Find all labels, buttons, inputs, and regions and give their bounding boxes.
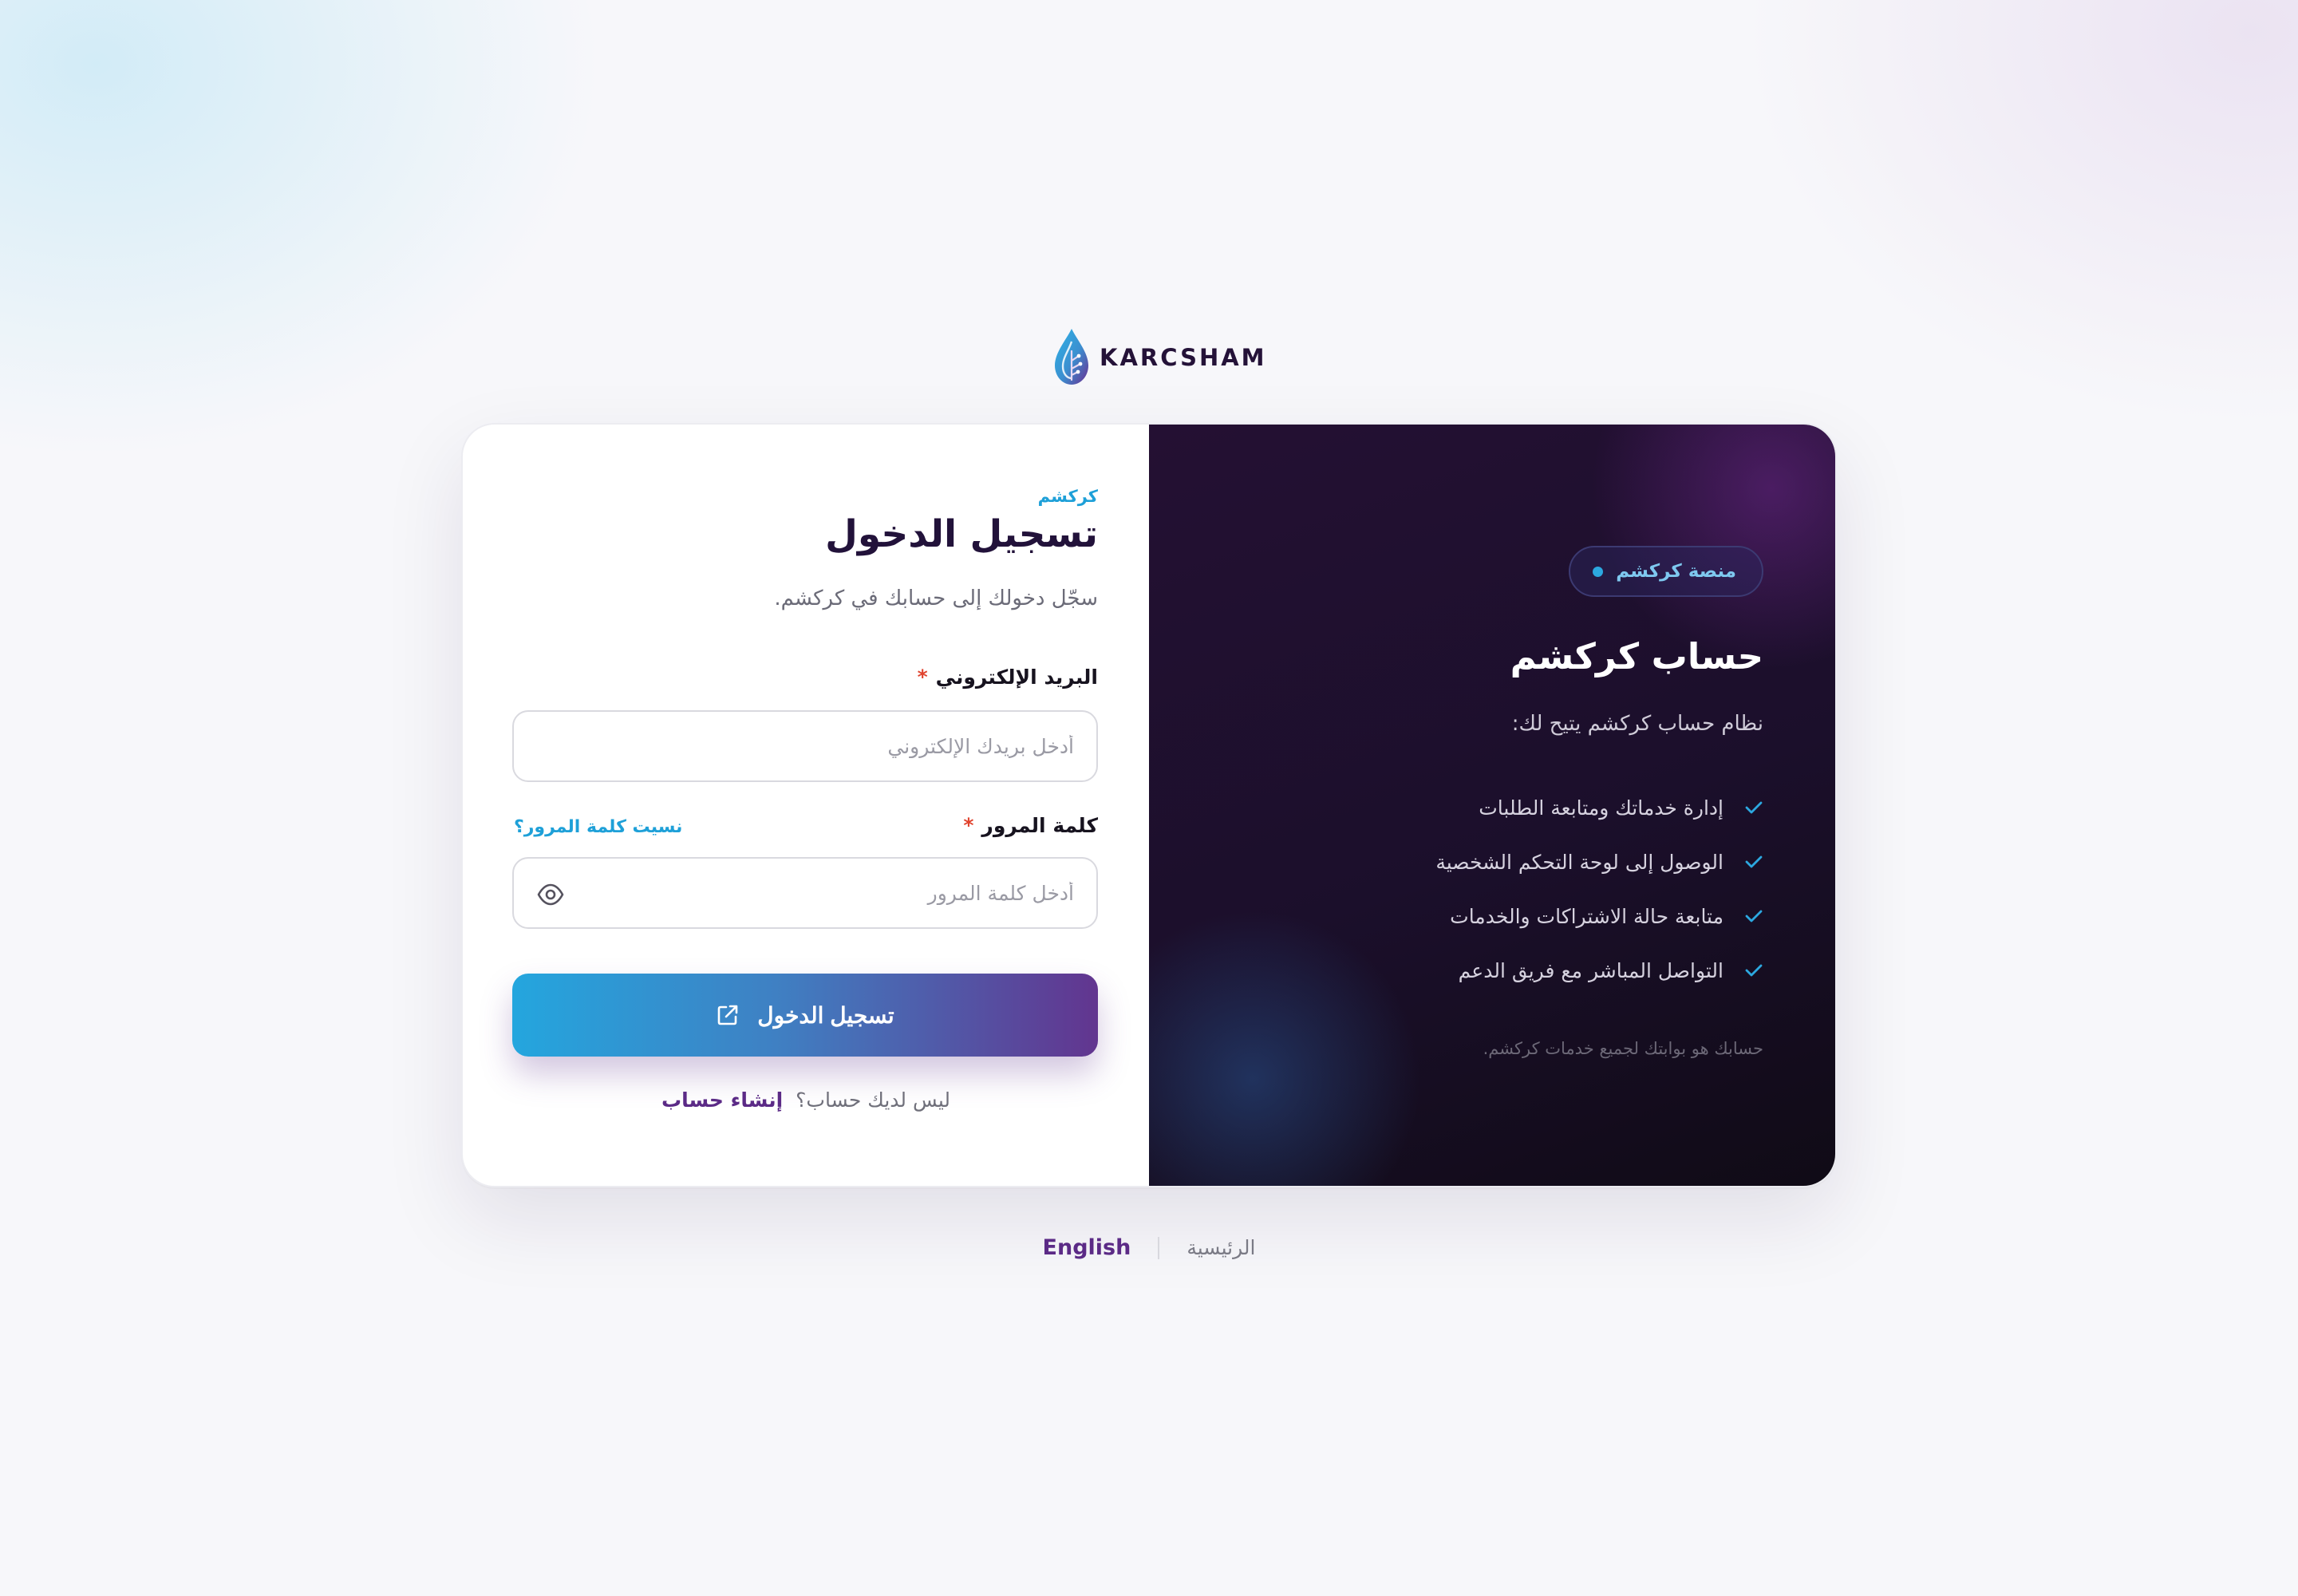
list-item: متابعة حالة الاشتراكات والخدمات bbox=[1435, 889, 1763, 943]
home-link[interactable]: الرئيسية bbox=[1187, 1236, 1255, 1259]
eyebrow-label: كركشم bbox=[1037, 487, 1098, 506]
login-card: كركشم تسجيل الدخول سجّل دخولك إلى حسابك … bbox=[461, 423, 1837, 1187]
email-label-text: البريد الإلكتروني bbox=[935, 666, 1098, 689]
brand-name: KARCSHAM bbox=[1100, 344, 1267, 371]
signup-prompt: ليس لديك حساب؟ إنشاء حساب bbox=[463, 1088, 1149, 1112]
feature-text: التواصل المباشر مع فريق الدعم bbox=[1458, 958, 1724, 982]
promo-title: حساب كركشم bbox=[1510, 635, 1763, 678]
email-label: البريد الإلكتروني * bbox=[918, 666, 1098, 689]
page-subtitle: سجّل دخولك إلى حسابك في كركشم. bbox=[774, 587, 1098, 610]
password-label: كلمة المرور * bbox=[963, 814, 1098, 837]
eye-icon[interactable] bbox=[536, 883, 565, 907]
feature-list: إدارة خدماتك ومتابعة الطلبات الوصول إلى … bbox=[1435, 780, 1763, 998]
badge-label: منصة كركشم bbox=[1616, 561, 1736, 582]
check-icon bbox=[1745, 910, 1763, 922]
feature-text: الوصول إلى لوحة التحكم الشخصية bbox=[1435, 850, 1724, 874]
footer-divider bbox=[1158, 1236, 1160, 1259]
promo-intro: نظام حساب كركشم يتيح لك: bbox=[1511, 712, 1763, 736]
promo-panel: منصة كركشم حساب كركشم نظام حساب كركشم يت… bbox=[1149, 425, 1835, 1186]
platform-badge: منصة كركشم bbox=[1569, 546, 1763, 597]
page-title: تسجيل الدخول bbox=[825, 512, 1098, 556]
footer-nav: الرئيسية English bbox=[0, 1235, 2298, 1260]
email-field[interactable] bbox=[514, 712, 1096, 780]
list-item: التواصل المباشر مع فريق الدعم bbox=[1435, 943, 1763, 998]
forgot-password-link[interactable]: نسيت كلمة المرور؟ bbox=[514, 817, 682, 837]
required-mark: * bbox=[917, 666, 928, 689]
login-button-label: تسجيل الدخول bbox=[757, 1002, 894, 1028]
feature-text: إدارة خدماتك ومتابعة الطلبات bbox=[1479, 796, 1724, 820]
promo-note: حسابك هو بوابتك لجميع خدمات كركشم. bbox=[1483, 1039, 1763, 1058]
list-item: الوصول إلى لوحة التحكم الشخصية bbox=[1435, 835, 1763, 889]
dot-icon bbox=[1593, 566, 1604, 577]
check-icon bbox=[1745, 855, 1763, 868]
list-item: إدارة خدماتك ومتابعة الطلبات bbox=[1435, 780, 1763, 835]
droplet-logo-icon bbox=[1055, 329, 1088, 385]
signup-prompt-text: ليس لديك حساب؟ bbox=[796, 1088, 951, 1112]
login-button[interactable]: تسجيل الدخول bbox=[512, 974, 1098, 1057]
check-icon bbox=[1745, 964, 1763, 977]
password-label-text: كلمة المرور bbox=[981, 814, 1098, 837]
brand-logo[interactable]: KARCSHAM bbox=[1050, 327, 1267, 388]
required-mark: * bbox=[963, 814, 974, 837]
check-icon bbox=[1745, 801, 1763, 814]
email-field-wrapper bbox=[512, 710, 1098, 782]
password-field-wrapper bbox=[512, 857, 1098, 929]
create-account-link[interactable]: إنشاء حساب bbox=[661, 1088, 783, 1112]
login-form-panel: كركشم تسجيل الدخول سجّل دخولك إلى حسابك … bbox=[463, 425, 1149, 1186]
password-field[interactable] bbox=[514, 859, 1096, 927]
language-switch-link[interactable]: English bbox=[1043, 1235, 1131, 1260]
external-link-icon bbox=[717, 1005, 738, 1025]
feature-text: متابعة حالة الاشتراكات والخدمات bbox=[1450, 904, 1724, 928]
